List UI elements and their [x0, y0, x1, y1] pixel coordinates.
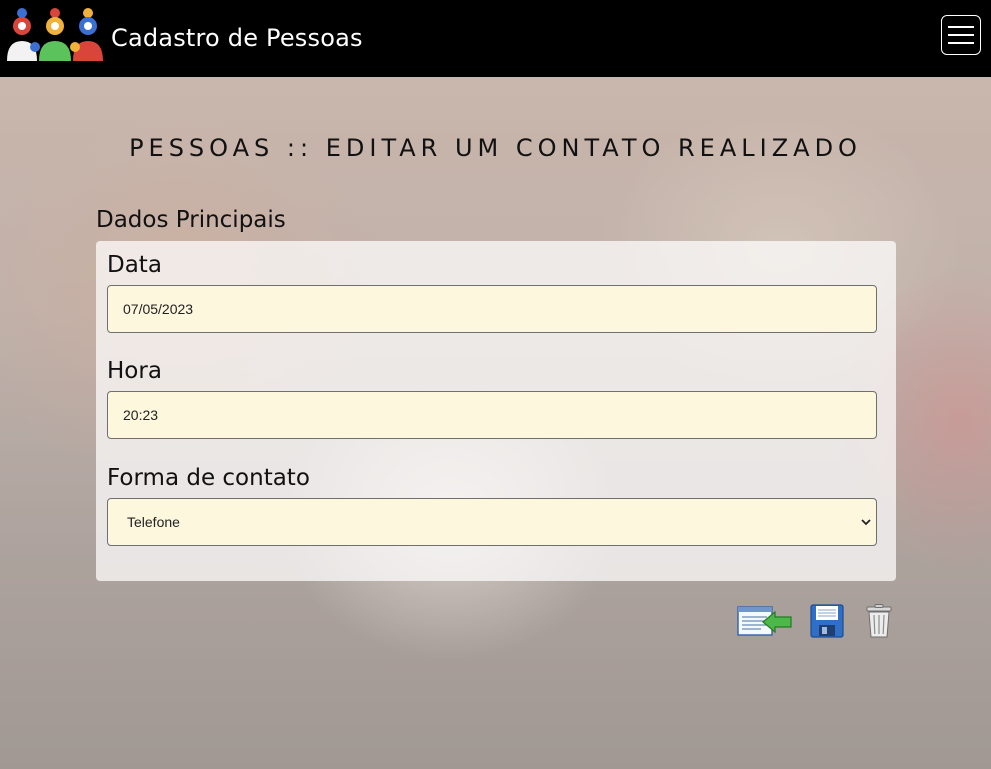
data-input[interactable]: 07/05/2023 [107, 285, 877, 333]
forma-contato-label: Forma de contato [107, 465, 310, 491]
trash-can-icon[interactable] [864, 604, 894, 638]
forma-contato-select[interactable]: Telefone [107, 498, 877, 546]
list-back-arrow-icon[interactable] [737, 604, 793, 638]
floppy-disk-icon[interactable] [810, 604, 844, 638]
app-title[interactable]: Cadastro de Pessoas [111, 24, 363, 52]
data-label: Data [107, 252, 162, 278]
menu-bar [948, 26, 974, 28]
menu-bar [948, 42, 974, 44]
hora-input[interactable]: 20:23 [107, 391, 877, 439]
chevron-down-icon [861, 519, 871, 526]
navbar: Cadastro de Pessoas [0, 0, 991, 77]
page-title: PESSOAS :: EDITAR UM CONTATO REALIZADO [129, 134, 862, 162]
menu-bar [948, 34, 974, 36]
people-group-logo[interactable] [5, 7, 107, 65]
hora-label: Hora [107, 358, 162, 384]
section-title: Dados Principais [96, 207, 286, 233]
forma-contato-selected: Telefone [127, 514, 180, 530]
hamburger-menu-icon[interactable] [941, 15, 981, 55]
